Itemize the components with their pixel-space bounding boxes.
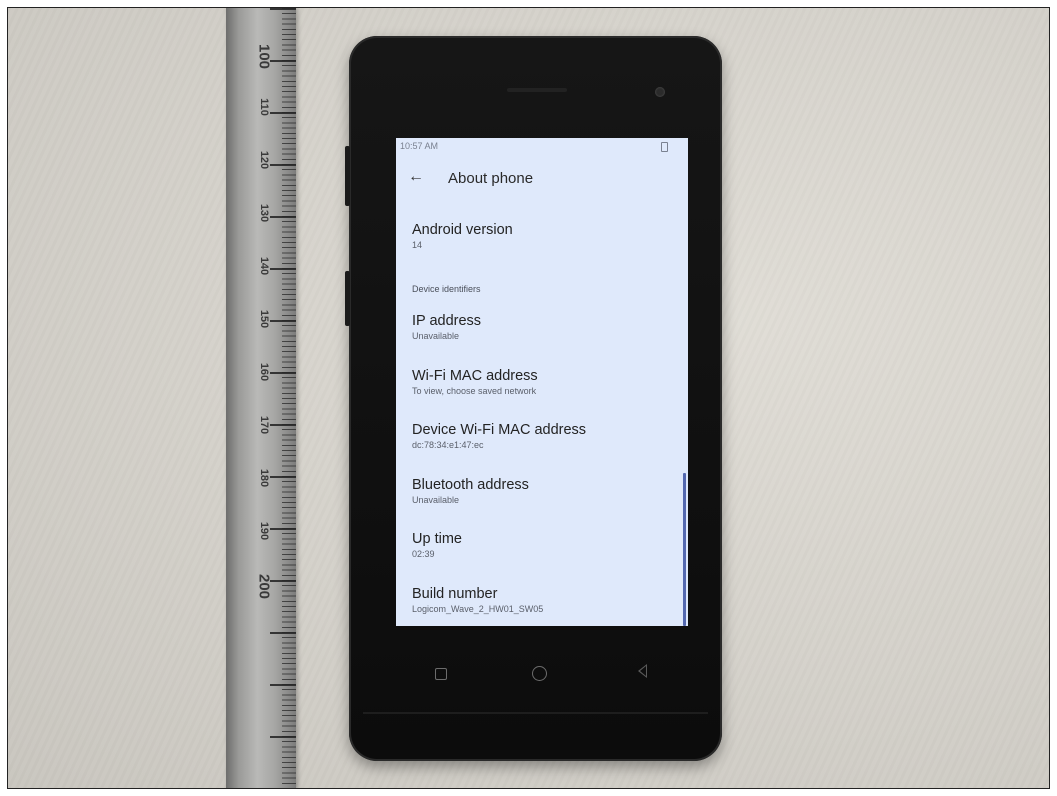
ruler-mark: 120 — [258, 150, 270, 170]
back-triangle-icon[interactable] — [638, 664, 647, 678]
front-camera-icon — [655, 87, 665, 97]
pref-title: Wi-Fi MAC address — [412, 368, 538, 384]
ruler-mark: 190 — [258, 521, 270, 541]
scrollbar[interactable] — [683, 473, 686, 626]
ruler-mark: 200 — [255, 573, 273, 600]
ruler-mark: 180 — [258, 468, 270, 488]
home-circle-icon[interactable] — [532, 666, 547, 681]
pref-device-wifi-mac[interactable]: Device Wi-Fi MAC address dc:78:34:e1:47:… — [412, 422, 586, 450]
pref-build-number[interactable]: Build number Logicom_Wave_2_HW01_SW05 — [412, 586, 543, 614]
pref-summary: 14 — [412, 240, 423, 250]
pref-android-version[interactable]: Android version 14 — [412, 222, 513, 250]
pref-title: Bluetooth address — [412, 477, 529, 493]
pref-ip-address[interactable]: IP address Unavailable — [412, 313, 481, 341]
pref-summary: Unavailable — [412, 331, 460, 341]
arrow-left-icon[interactable]: ← — [408, 168, 424, 186]
earpiece-speaker — [507, 88, 567, 92]
battery-icon — [661, 142, 668, 152]
pref-title: Up time — [412, 531, 462, 547]
phone-body: 10:57 AM ← About phone Android version 1… — [345, 36, 722, 761]
steel-ruler: 100 110 120 130 140 150 160 170 180 190 … — [226, 8, 296, 788]
pref-title: IP address — [412, 313, 482, 329]
ruler-mark: 130 — [258, 203, 270, 223]
photo-frame: 100 110 120 130 140 150 160 170 180 190 … — [7, 7, 1050, 789]
pref-bluetooth-address[interactable]: Bluetooth address Unavailable — [412, 477, 529, 505]
pref-title: Device Wi-Fi MAC address — [412, 422, 587, 438]
power-button[interactable] — [345, 271, 350, 326]
ruler-mark: 100 — [255, 43, 273, 70]
pref-title: Android version — [412, 222, 513, 238]
pref-summary: 02:39 — [412, 549, 435, 559]
pref-summary: Unavailable — [412, 495, 460, 505]
phone-chin-line — [363, 712, 708, 714]
ruler-mark: 140 — [258, 256, 270, 276]
pref-summary: Logicom_Wave_2_HW01_SW05 — [412, 604, 544, 614]
ruler-ticks — [270, 8, 296, 788]
pref-summary: To view, choose saved network — [412, 386, 537, 396]
ruler-mark: 170 — [258, 415, 270, 435]
app-bar: ← About phone — [396, 162, 688, 196]
section-header: Device identifiers — [412, 284, 481, 294]
volume-button[interactable] — [345, 146, 350, 206]
status-time: 10:57 AM — [400, 141, 439, 151]
pref-summary: dc:78:34:e1:47:ec — [412, 440, 484, 450]
pref-up-time[interactable]: Up time 02:39 — [412, 531, 462, 559]
ruler-mark: 110 — [258, 98, 270, 116]
recents-square-icon[interactable] — [435, 668, 447, 680]
ruler-mark: 150 — [258, 309, 270, 329]
pref-title: Build number — [412, 586, 498, 602]
navigation-bar — [349, 648, 722, 698]
phone-screen: 10:57 AM ← About phone Android version 1… — [396, 138, 688, 626]
pref-wifi-mac[interactable]: Wi-Fi MAC address To view, choose saved … — [412, 368, 538, 396]
page-title: About phone — [448, 170, 534, 187]
ruler-mark: 160 — [258, 362, 270, 382]
